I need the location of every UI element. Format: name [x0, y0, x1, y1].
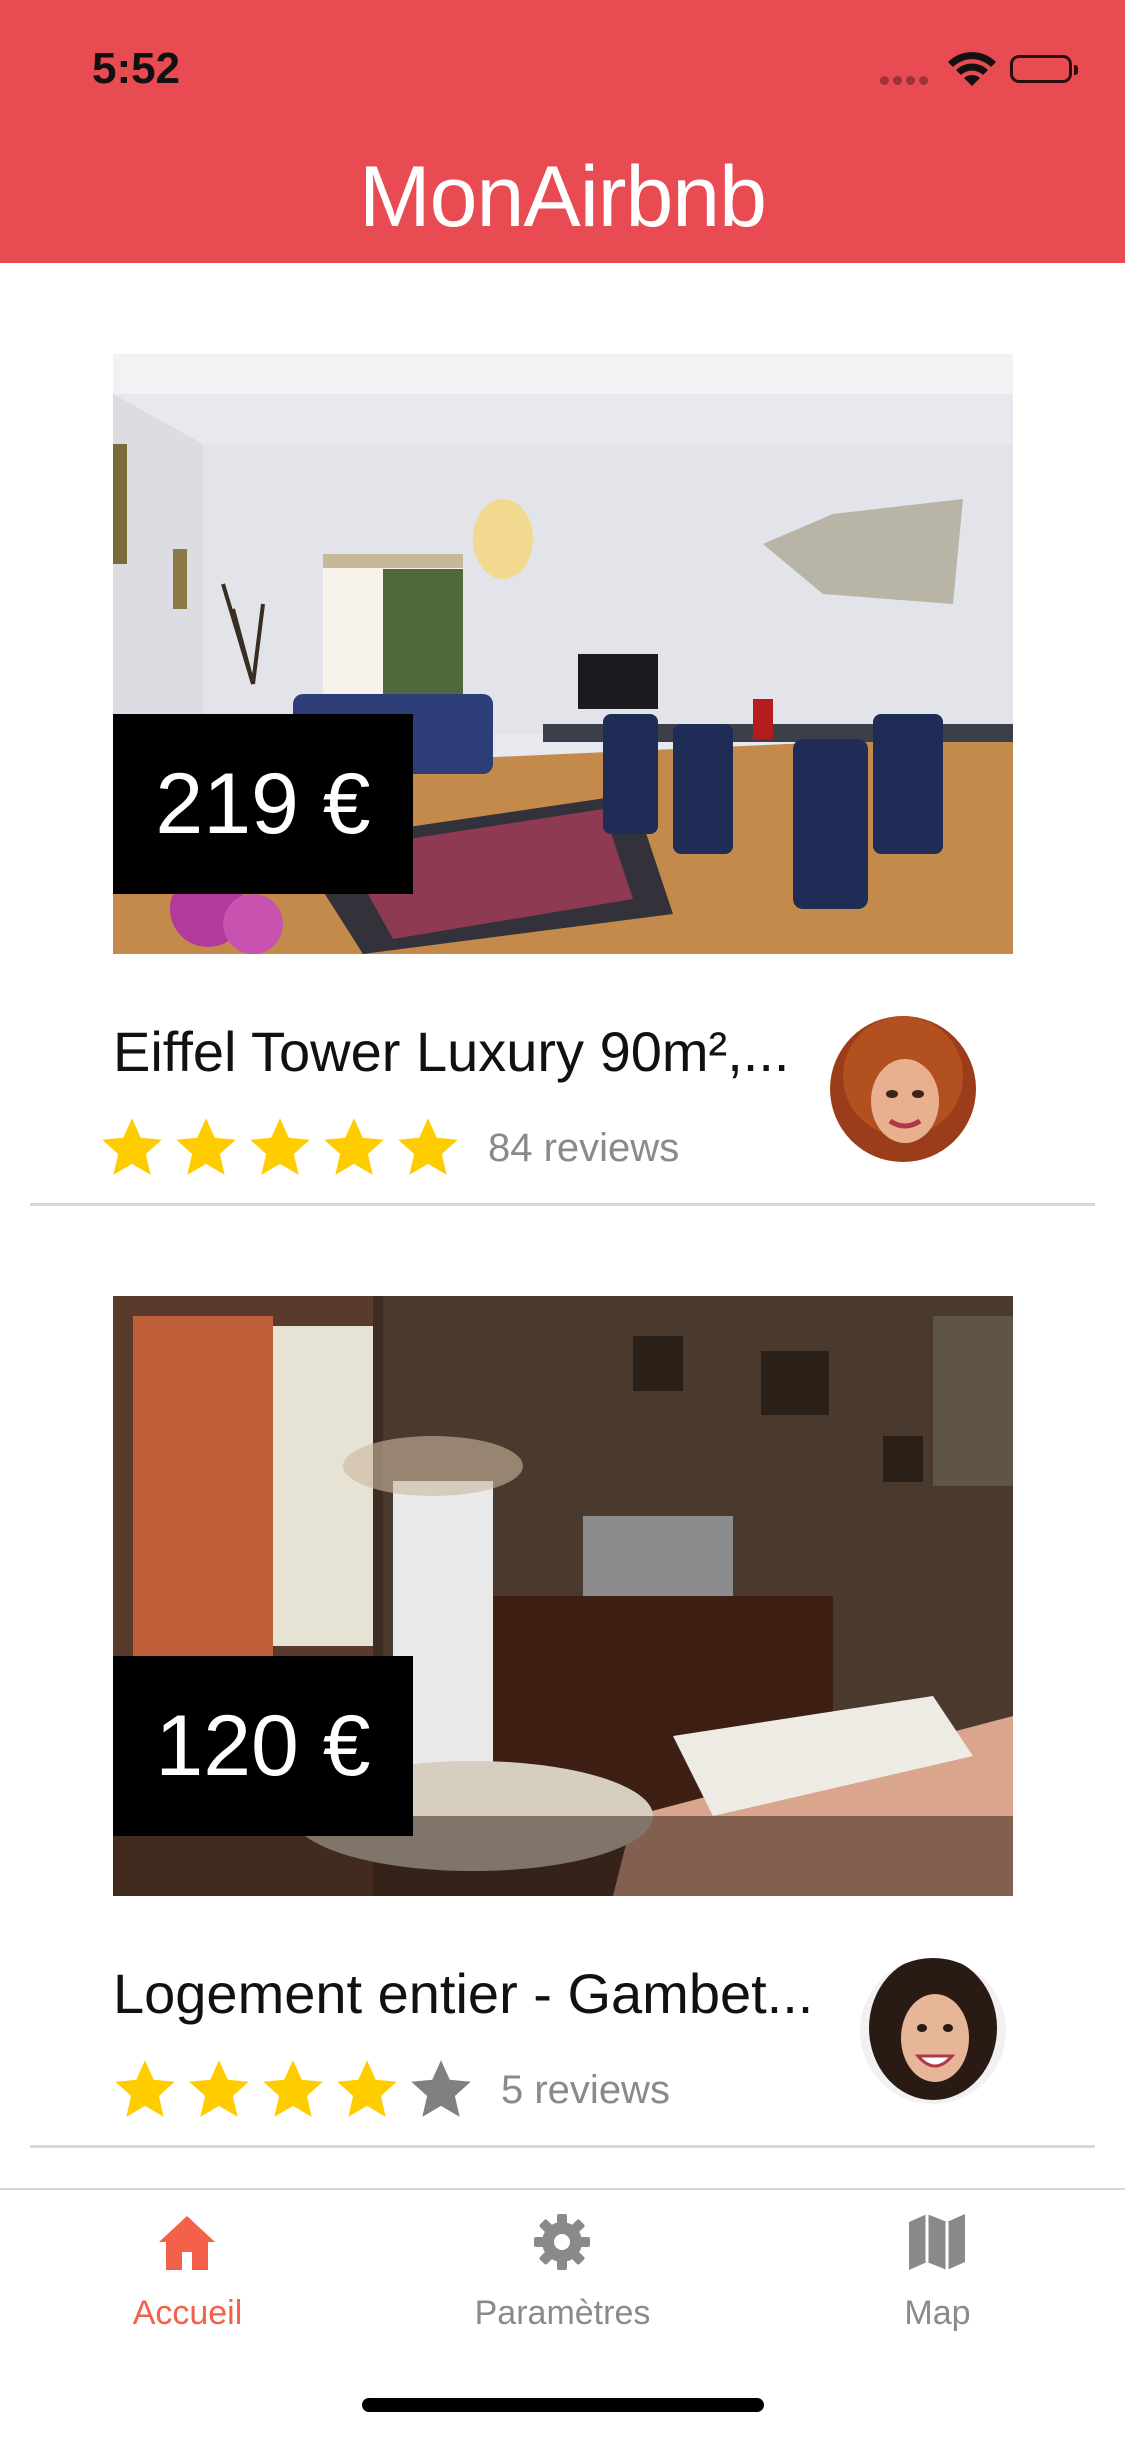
host-photo — [860, 1958, 1006, 2104]
home-icon — [159, 2216, 215, 2270]
gear-icon — [534, 2214, 590, 2270]
status-time: 5:52 — [92, 44, 181, 93]
tab-bar: Accueil Paramètres Map — [0, 2188, 1125, 2438]
star-filled-icon — [324, 1118, 384, 1175]
star-filled-icon — [398, 1118, 458, 1175]
tab-label: Paramètres — [474, 2294, 651, 2332]
home-indicator — [362, 2398, 764, 2412]
host-avatar[interactable] — [830, 1016, 976, 1162]
star-filled-icon — [263, 2060, 323, 2117]
listing-title[interactable]: Logement entier - Gambet... — [113, 1961, 843, 2026]
map-icon — [909, 2214, 965, 2270]
rating-stars — [111, 2056, 475, 2124]
rating-stars — [98, 1114, 462, 1182]
app-title: MonAirbnb — [359, 149, 767, 245]
tab-label: Accueil — [132, 2294, 243, 2332]
wifi-icon — [948, 52, 996, 86]
star-empty-icon — [411, 2060, 471, 2117]
cellular-signal-icon — [880, 72, 932, 90]
listing-photo[interactable]: 219 € — [113, 354, 1013, 954]
star-filled-icon — [189, 2060, 249, 2117]
review-count: 5 reviews — [501, 2068, 670, 2112]
tab-accueil[interactable]: Accueil — [0, 2190, 375, 2340]
listing-title[interactable]: Eiffel Tower Luxury 90m²,... — [113, 1019, 813, 1084]
star-filled-icon — [250, 1118, 310, 1175]
price-badge: 219 € — [113, 714, 413, 894]
price-badge: 120 € — [113, 1656, 413, 1836]
star-filled-icon — [102, 1118, 162, 1175]
star-filled-icon — [337, 2060, 397, 2117]
tab-map[interactable]: Map — [750, 2190, 1125, 2340]
divider — [30, 2145, 1095, 2148]
battery-icon — [1010, 55, 1078, 83]
divider — [30, 1203, 1095, 1206]
host-photo — [830, 1016, 976, 1162]
tab-parametres[interactable]: Paramètres — [375, 2190, 750, 2340]
star-filled-icon — [176, 1118, 236, 1175]
tab-label: Map — [904, 2294, 971, 2332]
star-filled-icon — [115, 2060, 175, 2117]
review-count: 84 reviews — [488, 1126, 680, 1170]
host-avatar[interactable] — [860, 1958, 1006, 2104]
app-header: 5:52 MonAirbnb — [0, 0, 1125, 263]
listing-photo[interactable]: 120 € — [113, 1296, 1013, 1896]
